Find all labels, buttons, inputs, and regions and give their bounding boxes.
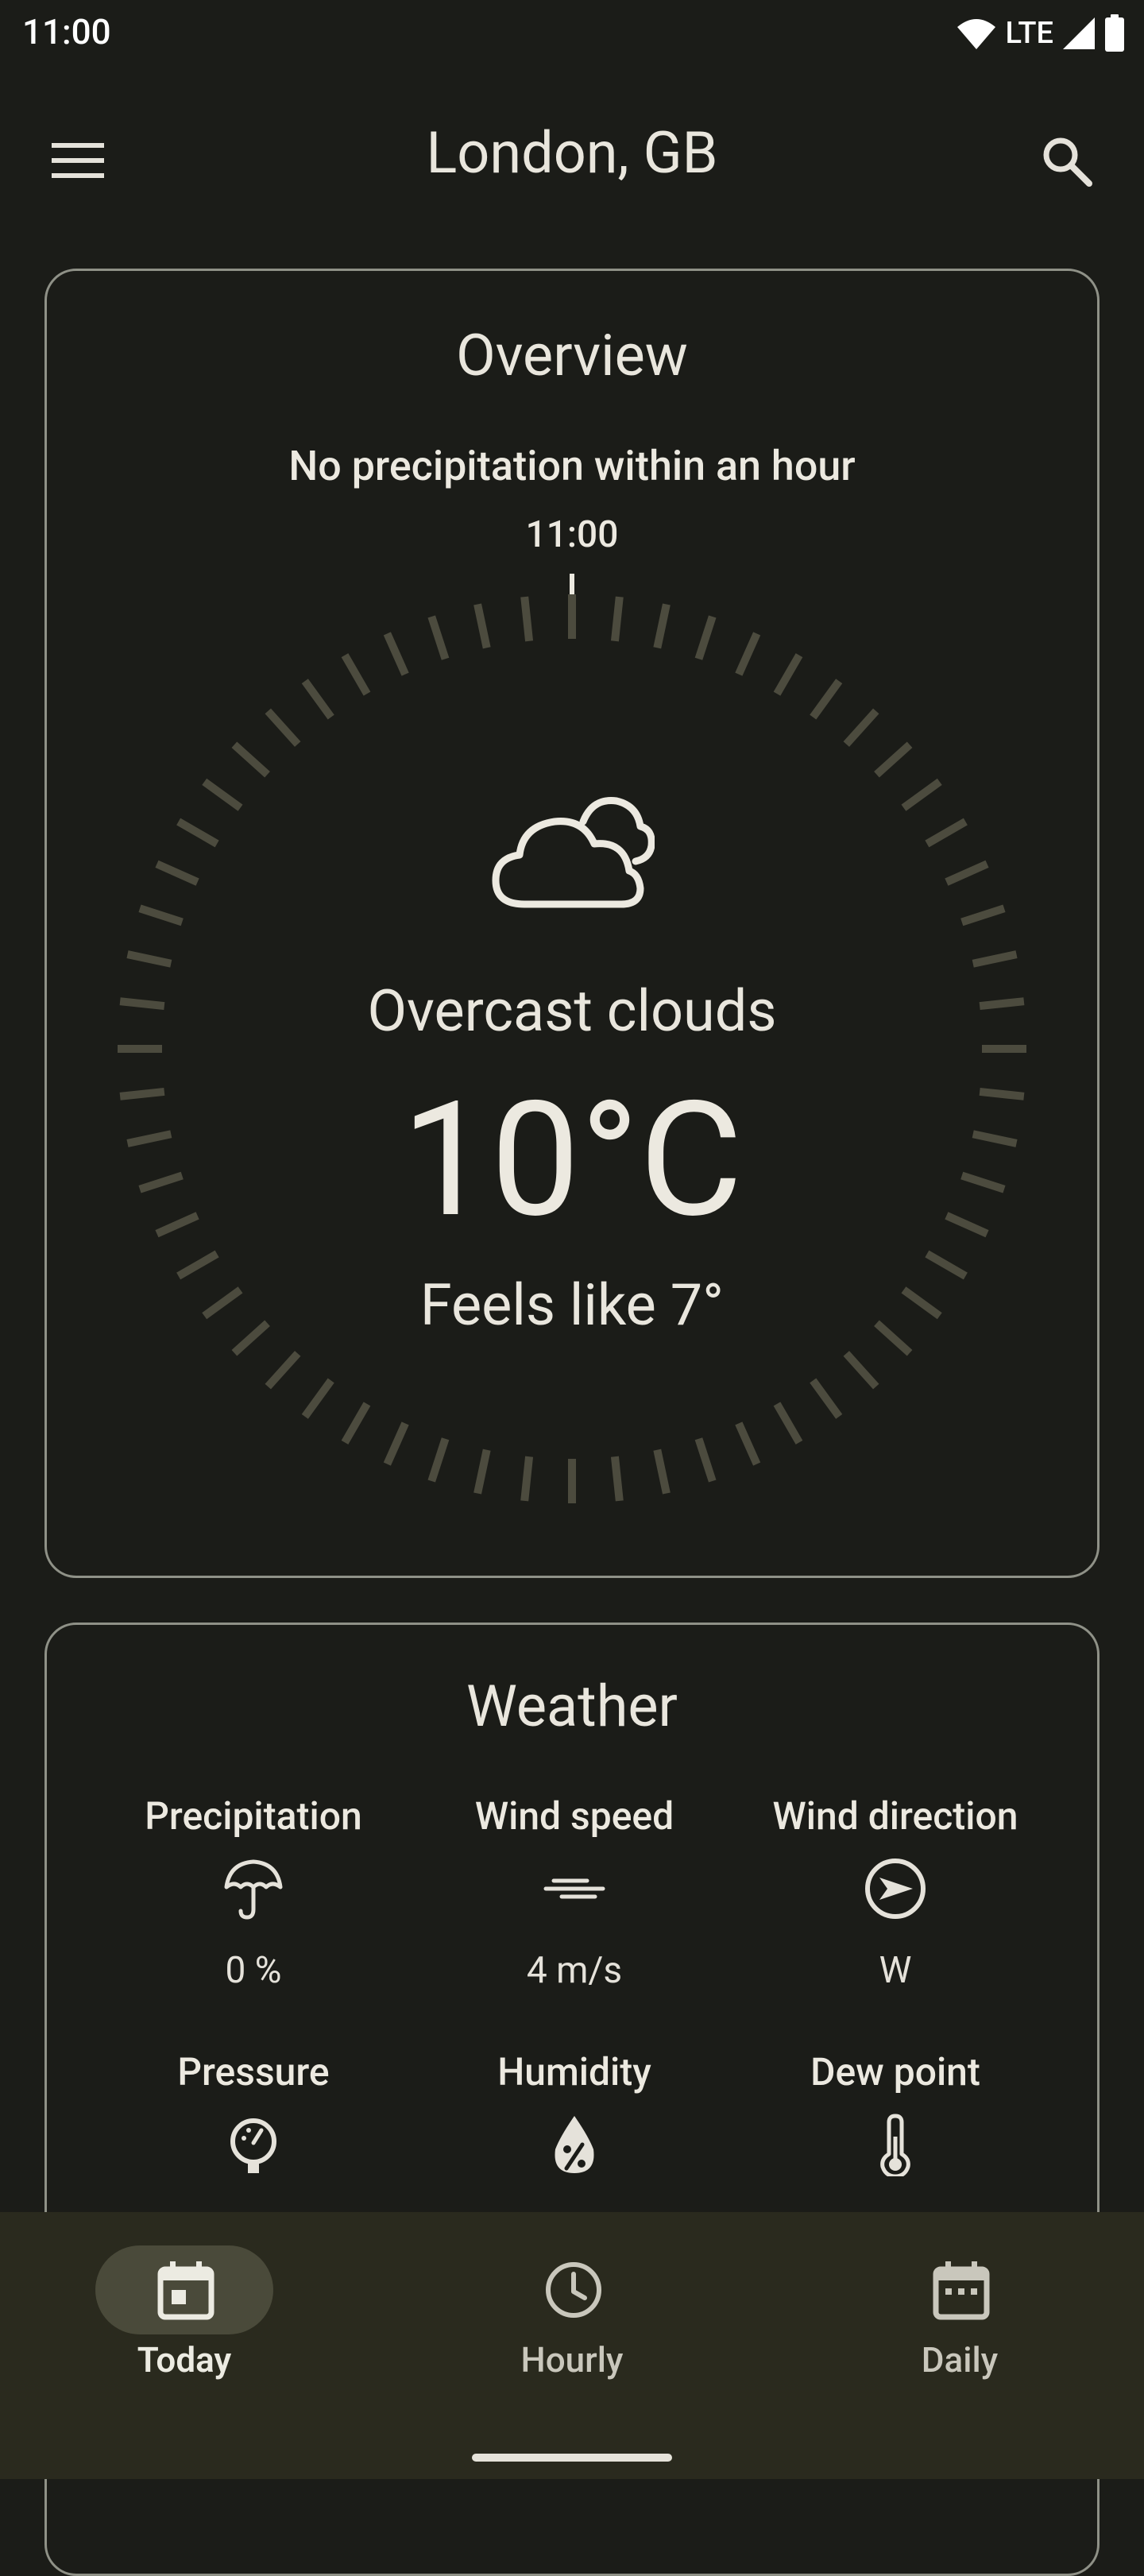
search-button[interactable] [1030,124,1103,197]
precipitation-note: No precipitation within an hour [288,442,856,490]
dial-tick [773,653,803,696]
nav-label: Hourly [520,2339,624,2381]
search-icon [1043,137,1092,187]
cloud-icon [492,797,655,908]
stat-value: 0 % [225,1949,282,1992]
precipitation-dial [118,574,1026,1503]
dial-tick [176,818,219,848]
status-icons: LTE [956,11,1125,56]
stat-value: W [879,1949,912,1992]
calendar-today-icon [157,2261,214,2320]
nav-item-today[interactable]: Today [0,2212,381,2479]
dial-tick [843,708,879,747]
calendar-icon [933,2261,990,2320]
dial-tick [694,615,717,660]
dial-tick [735,1421,761,1466]
dial-tick [383,1421,409,1466]
bottom-navigation: Today Hourly Daily [0,2212,1144,2479]
dial-tick [341,1402,371,1445]
wind-icon [543,1878,605,1899]
umbrella-icon [224,1859,283,1920]
stat-label: Wind direction [772,1793,1018,1839]
dial-tick [810,679,843,720]
thermometer-icon [880,2114,910,2176]
home-indicator[interactable] [472,2454,672,2462]
dial-tick [901,778,942,811]
dial-tick [653,1449,671,1495]
dial-tick [301,1378,334,1419]
dial-tick [520,1456,534,1502]
stat-label: Precipitation [145,1793,362,1839]
dial-tick [126,950,172,968]
status-time: 11:00 [22,11,111,52]
stat-value: 4 m/s [526,1949,623,1992]
nav-label: Today [137,2339,232,2381]
clock-icon [546,2262,601,2318]
stat-label: Pressure [177,2049,330,2094]
gauge-icon [230,2118,276,2173]
dial-tick [520,596,534,642]
dial-tick [341,653,371,696]
dial-tick [202,778,243,811]
dial-tick [265,1351,301,1390]
feels-like-text: Feels like 7° [419,1271,725,1339]
dial-tick [155,860,199,886]
dial-tick [653,603,671,649]
dial-tick [694,1437,717,1483]
dial-tick [383,632,409,676]
stat-label: Wind speed [474,1793,674,1839]
battery-icon [1105,14,1124,52]
weather-title: Weather [466,1673,678,1740]
dial-tick [427,615,450,660]
dial-tick [231,741,270,778]
stat-label: Humidity [497,2049,651,2094]
dial-tick [610,596,624,642]
dial-tick [925,818,968,848]
dial-tick [960,904,1006,926]
compass-arrow-icon [865,1859,926,1919]
temperature-value: 10°C [401,1066,743,1253]
wifi-icon [957,19,996,49]
dial-tick [473,603,491,649]
dial-tick [473,1449,491,1495]
dial-tick [843,1351,879,1390]
dial-tick [427,1437,450,1483]
nav-item-daily[interactable]: Daily [775,2212,1144,2479]
network-type: LTE [1005,16,1053,51]
stat-label: Dew point [810,2049,980,2094]
condition-text: Overcast clouds [367,977,777,1045]
dial-time-label: 11:00 [525,513,619,556]
nav-item-hourly[interactable]: Hourly [388,2212,769,2479]
dial-tick [874,741,913,778]
nav-label: Daily [921,2339,999,2381]
location-title: London, GB [426,119,718,187]
dial-tick [972,950,1018,968]
dial-tick [945,860,989,886]
dial-tick [773,1402,803,1445]
dial-tick [265,708,301,747]
dial-tick [735,632,761,676]
overview-title: Overview [456,322,688,389]
signal-icon [1063,17,1095,49]
dial-tick [610,1456,624,1502]
dial-tick [138,904,184,926]
humidity-drop-icon [555,2116,594,2173]
dial-tick [301,679,334,720]
dial-tick [810,1378,843,1419]
